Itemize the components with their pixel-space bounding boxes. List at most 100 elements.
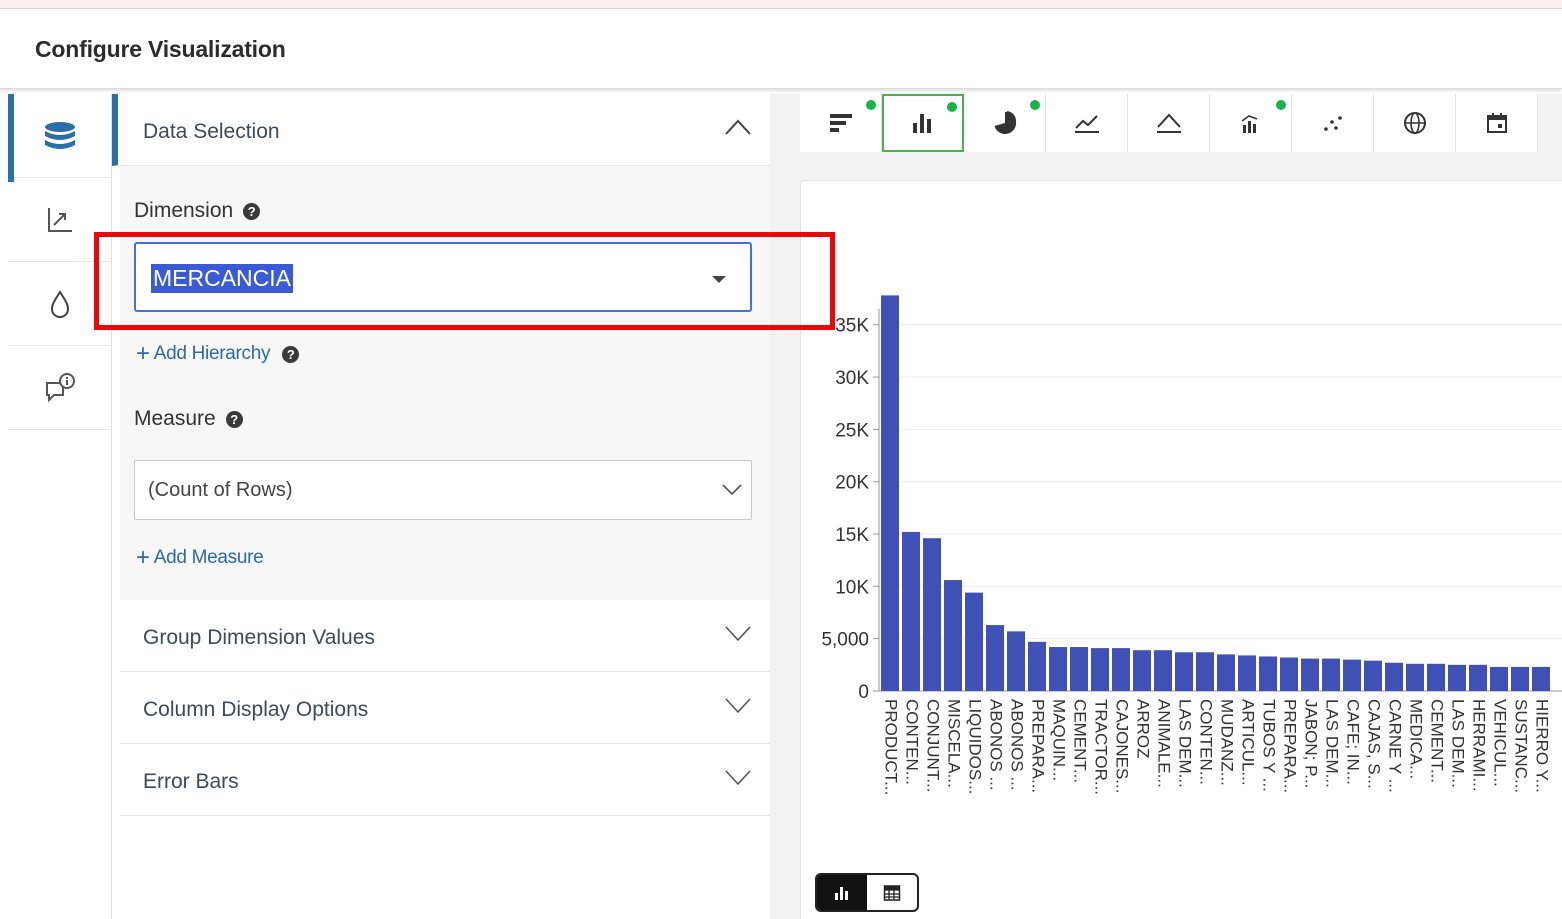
left-rail bbox=[8, 94, 112, 919]
bar[interactable] bbox=[1322, 658, 1340, 691]
y-tick-label: 30K bbox=[835, 368, 869, 389]
bar[interactable] bbox=[1532, 666, 1550, 691]
x-tick-label: CEMENT... bbox=[1428, 699, 1447, 783]
chart-type-scatter[interactable] bbox=[1292, 94, 1374, 152]
x-tick-label: CONJUNT... bbox=[924, 699, 943, 793]
x-tick-label: LAS DEM... bbox=[1323, 699, 1342, 788]
bar[interactable] bbox=[1259, 656, 1277, 691]
bar[interactable] bbox=[1511, 666, 1529, 691]
rail-tab-data[interactable] bbox=[8, 94, 112, 182]
rail-tab-info[interactable] bbox=[8, 346, 112, 430]
data-selection-header[interactable]: Data Selection bbox=[112, 94, 770, 166]
add-measure-text: Add Measure bbox=[153, 547, 264, 568]
bar[interactable] bbox=[1175, 652, 1193, 691]
section-title: Error Bars bbox=[143, 770, 239, 793]
x-tick-label: VEHICUL... bbox=[1491, 699, 1510, 787]
measure-select[interactable]: (Count of Rows) bbox=[134, 460, 752, 520]
chart-type-horizontal-bar[interactable] bbox=[800, 94, 882, 152]
calendar-icon bbox=[1486, 113, 1507, 133]
bar[interactable] bbox=[1217, 654, 1235, 691]
add-hierarchy-text: Add Hierarchy bbox=[153, 343, 271, 364]
highlight-frame bbox=[94, 232, 835, 330]
bar[interactable] bbox=[1448, 664, 1466, 691]
bar[interactable] bbox=[1154, 650, 1172, 691]
header: Configure Visualization bbox=[0, 9, 1562, 89]
bar[interactable] bbox=[1238, 655, 1256, 691]
column-display-options-header[interactable]: Column Display Options bbox=[120, 672, 770, 744]
x-tick-label: TRACTOR... bbox=[1092, 699, 1111, 795]
bar[interactable] bbox=[1070, 647, 1088, 691]
chart-type-line[interactable] bbox=[1046, 94, 1128, 152]
x-tick-label: CONTEN... bbox=[903, 699, 922, 785]
x-tick-label: CARNE Y ... bbox=[1386, 699, 1405, 793]
bar[interactable] bbox=[881, 295, 899, 691]
group-dimension-values-header[interactable]: Group Dimension Values bbox=[120, 600, 770, 672]
bar[interactable] bbox=[1091, 648, 1109, 691]
bar[interactable] bbox=[1133, 650, 1151, 691]
add-hierarchy-link[interactable]: + Add Hierarchy ? bbox=[136, 340, 300, 368]
chart-type-column[interactable] bbox=[882, 94, 964, 152]
x-tick-label: TUBOS Y ... bbox=[1260, 699, 1279, 792]
config-panel: Data Selection Dimension ? MERCANCIA + A… bbox=[112, 94, 770, 919]
y-tick-label: 20K bbox=[835, 473, 869, 494]
help-icon[interactable]: ? bbox=[225, 410, 243, 428]
measure-label: Measure ? bbox=[134, 407, 243, 431]
chart-type-map[interactable] bbox=[1374, 94, 1456, 152]
bar[interactable] bbox=[1385, 662, 1403, 691]
x-tick-label: MUDANZ... bbox=[1218, 699, 1237, 786]
bar[interactable] bbox=[1490, 666, 1508, 691]
x-tick-label: CAFE; IN... bbox=[1344, 699, 1363, 785]
bar-chart: 05,00010K15K20K25K30K35KPRODUCT... CONTEN… bbox=[821, 295, 1562, 795]
table-icon bbox=[883, 884, 901, 901]
bar[interactable] bbox=[902, 531, 920, 691]
bar[interactable] bbox=[1112, 648, 1130, 691]
bar[interactable] bbox=[944, 580, 962, 691]
chart-type-pie[interactable] bbox=[964, 94, 1046, 152]
chart-area: 0 5,000 10K 15K 20K 25K 30K 35K PRODUCT... CONTEN… bbox=[770, 94, 1562, 919]
chart-card: 0 5,000 10K 15K 20K 25K 30K 35K PRODUCT... CONTEN… bbox=[800, 180, 1562, 919]
bar[interactable] bbox=[1427, 663, 1445, 691]
bar[interactable] bbox=[1406, 663, 1424, 691]
chevron-down-icon bbox=[722, 484, 742, 496]
status-dot bbox=[1030, 100, 1040, 110]
help-icon[interactable]: ? bbox=[282, 345, 300, 363]
app-root: Configure Visualization Data Selection D… bbox=[0, 0, 1562, 919]
bar[interactable] bbox=[1364, 660, 1382, 691]
bar[interactable] bbox=[1028, 641, 1046, 691]
drop-icon bbox=[50, 289, 70, 318]
bar[interactable] bbox=[1007, 631, 1025, 691]
x-tick-label: LAS DEM... bbox=[1449, 699, 1468, 788]
dimension-label: Dimension ? bbox=[134, 199, 261, 223]
x-tick-label: MISCELA... bbox=[945, 699, 964, 788]
combo-chart-icon bbox=[1241, 115, 1257, 133]
x-tick-label: PREPARA... bbox=[1029, 699, 1048, 793]
bar[interactable] bbox=[1196, 652, 1214, 691]
chart-type-combo[interactable] bbox=[1210, 94, 1292, 152]
add-measure-link[interactable]: + Add Measure bbox=[136, 544, 264, 572]
help-icon[interactable]: ? bbox=[243, 202, 261, 220]
plus-icon: + bbox=[136, 340, 150, 367]
x-tick-label: MAQUIN... bbox=[1050, 699, 1069, 781]
area-chart-icon bbox=[1156, 113, 1181, 133]
chart-type-calendar[interactable] bbox=[1456, 94, 1538, 152]
table-view-button[interactable] bbox=[867, 875, 917, 910]
measure-label-text: Measure bbox=[134, 407, 216, 430]
x-tick-label: SUSTANC... bbox=[1512, 699, 1531, 793]
bar[interactable] bbox=[1469, 664, 1487, 691]
bar[interactable] bbox=[1280, 657, 1298, 691]
bar[interactable] bbox=[923, 538, 941, 691]
bar[interactable] bbox=[1301, 658, 1319, 691]
database-icon bbox=[45, 121, 75, 149]
chevron-down-icon bbox=[725, 626, 751, 642]
bar[interactable] bbox=[1049, 647, 1067, 691]
x-tick-label: HIERRO Y... bbox=[1533, 699, 1552, 793]
status-dot bbox=[1276, 100, 1286, 110]
chart-type-area[interactable] bbox=[1128, 94, 1210, 152]
bar[interactable] bbox=[965, 592, 983, 691]
status-dot bbox=[866, 100, 876, 110]
axis-chart-icon bbox=[48, 207, 72, 232]
bar[interactable] bbox=[986, 625, 1004, 691]
chart-view-button[interactable] bbox=[817, 875, 867, 910]
bar[interactable] bbox=[1343, 659, 1361, 691]
error-bars-header[interactable]: Error Bars bbox=[120, 744, 770, 816]
